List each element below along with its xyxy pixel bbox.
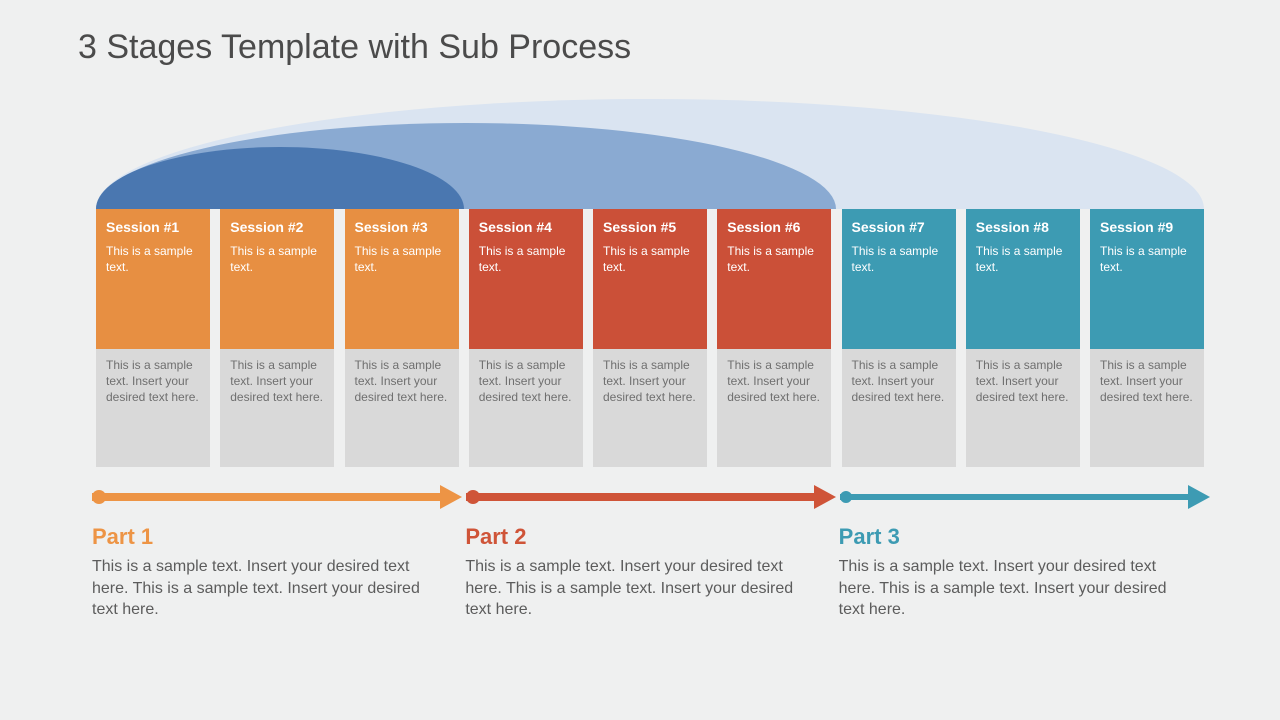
arrow-part-2 (466, 492, 836, 502)
part-title: Part 2 (465, 524, 808, 550)
part-title: Part 1 (92, 524, 435, 550)
session-lower-text: This is a sample text. Insert your desir… (1090, 349, 1204, 467)
session-lower-text: This is a sample text. Insert your desir… (842, 349, 956, 467)
session-lower-text: This is a sample text. Insert your desir… (717, 349, 831, 467)
sessions-row: Session #1 This is a sample text. This is … (96, 209, 1204, 467)
session-upper: Session #3 This is a sample text. (345, 209, 459, 349)
session-column: Session #6 This is a sample text. This is … (717, 209, 831, 467)
session-upper: Session #8 This is a sample text. (966, 209, 1080, 349)
part-body: This is a sample text. Insert your desir… (465, 556, 808, 621)
session-upper: Session #2 This is a sample text. (220, 209, 334, 349)
session-header: Session #6 (727, 219, 821, 235)
session-column: Session #3 This is a sample text. This is … (345, 209, 459, 467)
session-lower-text: This is a sample text. Insert your desir… (96, 349, 210, 467)
session-upper-text: This is a sample text. (727, 243, 821, 275)
session-header: Session #5 (603, 219, 697, 235)
session-column: Session #2 This is a sample text. This is … (220, 209, 334, 467)
session-upper-text: This is a sample text. (355, 243, 449, 275)
session-column: Session #8 This is a sample text. This is … (966, 209, 1080, 467)
session-upper: Session #9 This is a sample text. (1090, 209, 1204, 349)
session-column: Session #1 This is a sample text. This is … (96, 209, 210, 467)
parts-row: Part 1 This is a sample text. Insert your… (92, 524, 1212, 621)
session-upper: Session #7 This is a sample text. (842, 209, 956, 349)
session-upper-text: This is a sample text. (106, 243, 200, 275)
session-upper: Session #4 This is a sample text. (469, 209, 583, 349)
part-block: Part 3 This is a sample text. Insert your… (839, 524, 1212, 621)
session-column: Session #7 This is a sample text. This is … (842, 209, 956, 467)
session-upper-text: This is a sample text. (603, 243, 697, 275)
part-body: This is a sample text. Insert your desir… (92, 556, 435, 621)
session-header: Session #8 (976, 219, 1070, 235)
session-lower-text: This is a sample text. Insert your desir… (593, 349, 707, 467)
session-header: Session #3 (355, 219, 449, 235)
session-upper-text: This is a sample text. (479, 243, 573, 275)
session-lower-text: This is a sample text. Insert your desir… (220, 349, 334, 467)
session-lower-text: This is a sample text. Insert your desir… (966, 349, 1080, 467)
part-title: Part 3 (839, 524, 1182, 550)
session-column: Session #5 This is a sample text. This is … (593, 209, 707, 467)
session-upper-text: This is a sample text. (852, 243, 946, 275)
session-header: Session #2 (230, 219, 324, 235)
session-upper-text: This is a sample text. (1100, 243, 1194, 275)
session-header: Session #4 (479, 219, 573, 235)
session-header: Session #1 (106, 219, 200, 235)
session-lower-text: This is a sample text. Insert your desir… (469, 349, 583, 467)
session-upper: Session #5 This is a sample text. (593, 209, 707, 349)
session-upper: Session #6 This is a sample text. (717, 209, 831, 349)
session-column: Session #9 This is a sample text. This is … (1090, 209, 1204, 467)
session-column: Session #4 This is a sample text. This is … (469, 209, 583, 467)
arrow-part-3 (840, 492, 1210, 502)
session-header: Session #7 (852, 219, 946, 235)
part-body: This is a sample text. Insert your desir… (839, 556, 1182, 621)
part-block: Part 1 This is a sample text. Insert your… (92, 524, 465, 621)
session-upper: Session #1 This is a sample text. (96, 209, 210, 349)
session-upper-text: This is a sample text. (230, 243, 324, 275)
session-lower-text: This is a sample text. Insert your desir… (345, 349, 459, 467)
session-header: Session #9 (1100, 219, 1194, 235)
arrow-part-1 (92, 492, 462, 502)
slide-title: 3 Stages Template with Sub Process (78, 28, 631, 67)
session-upper-text: This is a sample text. (976, 243, 1070, 275)
part-block: Part 2 This is a sample text. Insert your… (465, 524, 838, 621)
